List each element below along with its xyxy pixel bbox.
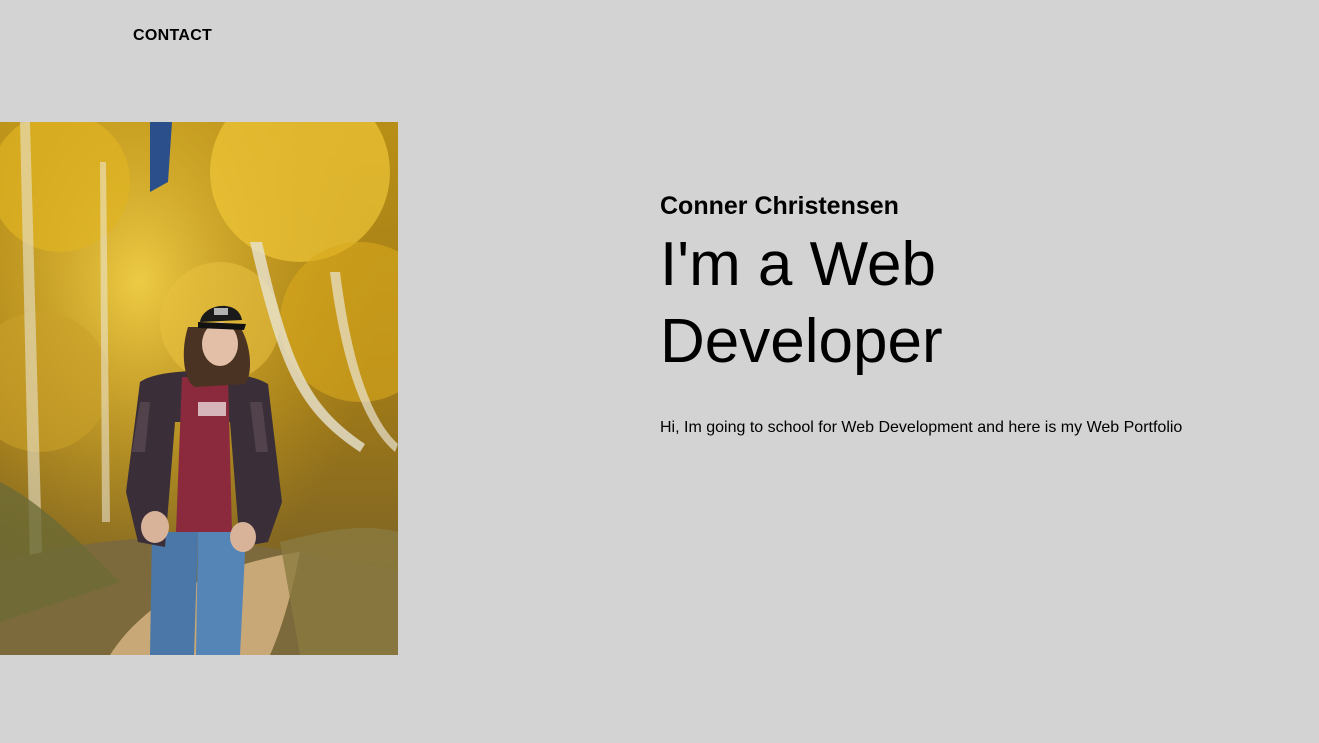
hero-description: Hi, Im going to school for Web Developme… [660, 419, 1183, 436]
hero-intro: Conner Christensen I'm a Web Developer H… [660, 190, 1280, 438]
hero-name: Conner Christensen [660, 192, 899, 220]
hero-headline: I'm a Web Developer [660, 230, 943, 376]
nav-contact-link[interactable]: CONTACT [133, 27, 212, 45]
profile-photo [0, 122, 398, 655]
